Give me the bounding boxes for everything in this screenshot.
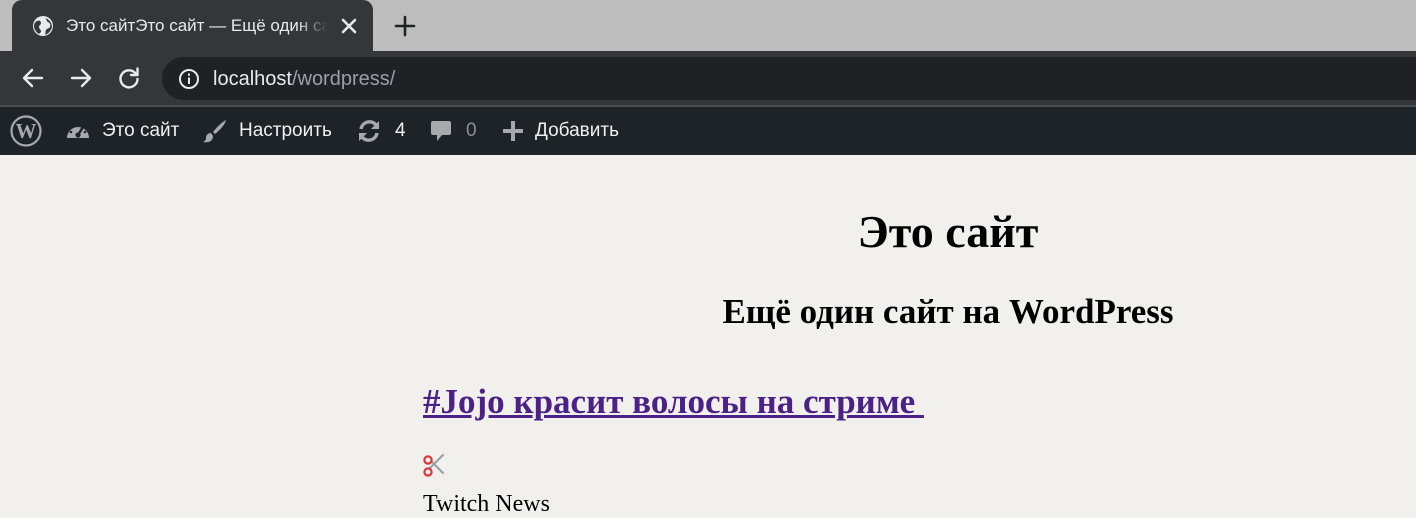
dashboard-icon [67,123,89,138]
admin-bar-site-name[interactable]: Это сайт [64,107,179,155]
new-label: Добавить [535,120,619,141]
updates-icon [359,120,379,142]
close-icon[interactable] [337,14,361,38]
admin-bar-new-content[interactable]: Добавить [501,107,619,155]
comments-count: 0 [466,120,477,141]
updates-count: 4 [395,120,406,141]
url-host: localhost [213,68,292,90]
wordpress-logo-button[interactable]: W [10,107,42,155]
back-arrow-icon[interactable] [20,65,46,91]
site-name-label: Это сайт [102,120,180,141]
post-excerpt-line: Twitch News [423,491,550,517]
forward-arrow-icon[interactable] [68,65,94,91]
comment-icon [431,121,451,141]
reload-icon[interactable] [116,65,142,91]
browser-tab[interactable]: Это сайтЭто сайт — Ещё один сайт на Word… [12,0,373,51]
info-icon[interactable] [178,68,200,90]
browser-tabstrip: Это сайтЭто сайт — Ещё один сайт на Word… [0,0,1416,51]
svg-text:W: W [16,119,37,143]
admin-bar-comments[interactable]: 0 [428,107,477,155]
paintbrush-icon [203,120,226,143]
site-title[interactable]: Это сайт [0,202,1416,262]
admin-bar-updates[interactable]: 4 [355,107,406,155]
tab-title: Это сайтЭто сайт — Ещё один сайт на Word… [66,16,328,35]
globe-icon [33,16,53,36]
url-path: /wordpress/ [291,68,396,90]
url-text: localhost/wordpress/ [213,67,395,91]
customize-label: Настроить [239,120,332,141]
post-title-link[interactable]: #Jojo красит волосы на стриме [423,380,924,424]
new-tab-icon[interactable] [392,13,418,39]
browser-toolbar: localhost/wordpress/ [0,51,1416,105]
admin-bar-customize[interactable]: Настроить [201,107,332,155]
scissors-icon [423,453,445,477]
wp-admin-bar: W Это сайт Настроить 4 0 Добавить [0,107,1416,155]
wordpress-icon: W [10,115,42,147]
site-description: Ещё один сайт на WordPress [722,292,1174,331]
plus-icon [503,121,523,141]
address-bar[interactable]: localhost/wordpress/ [162,57,1416,100]
